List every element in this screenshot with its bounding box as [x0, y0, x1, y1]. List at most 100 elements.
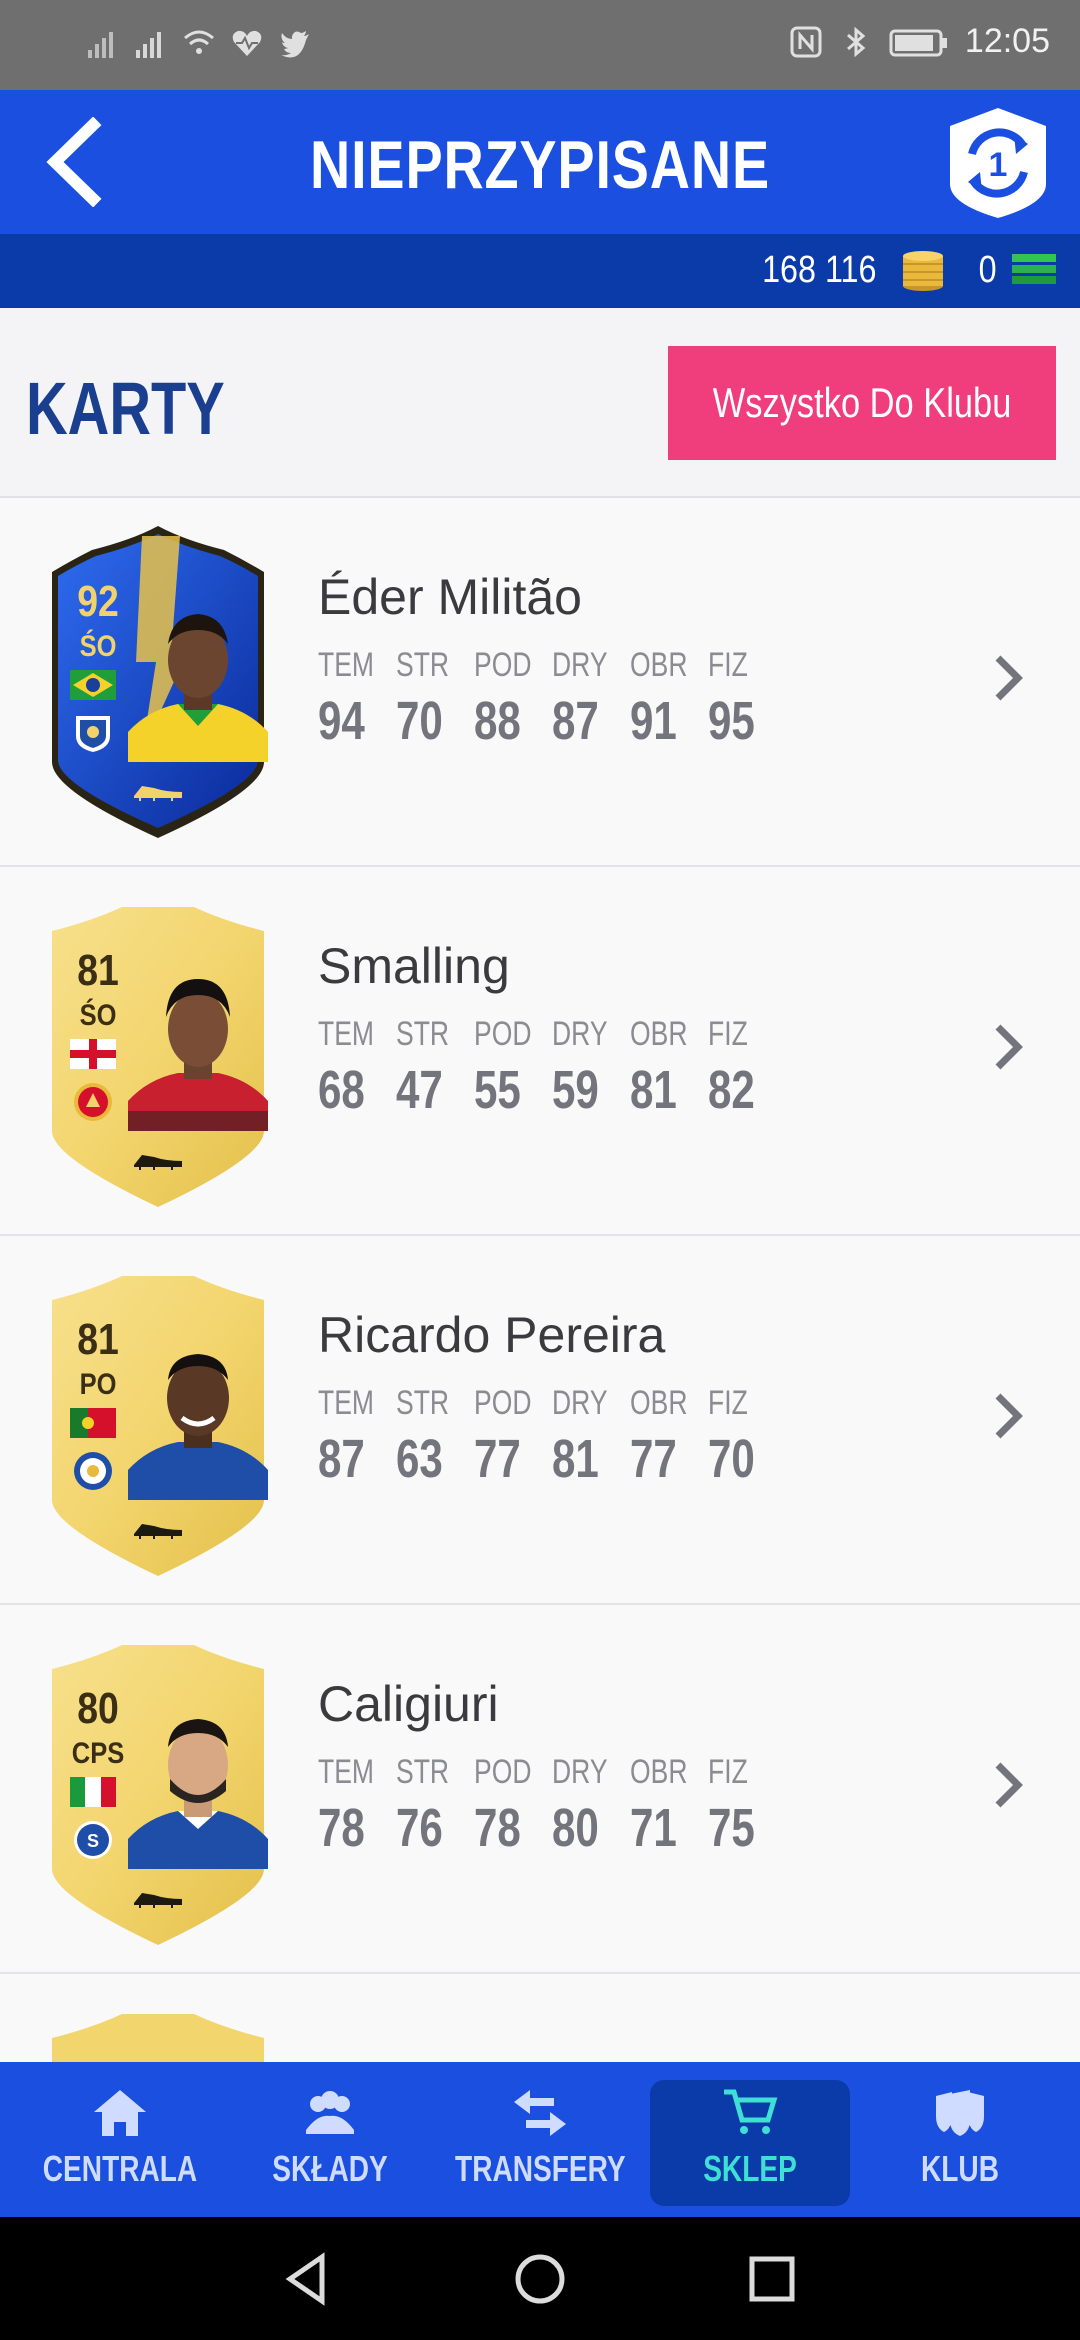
- stat-labels: TEM STR POD DRY OBR FIZ: [318, 1384, 786, 1423]
- card-position: ŚO: [79, 999, 117, 1032]
- stat-label-pace: TEM: [318, 1753, 374, 1791]
- nav-sklady[interactable]: SKŁADY: [230, 2080, 430, 2206]
- player-name: Caligiuri: [318, 1676, 499, 1732]
- stat-label-passing: POD: [474, 1753, 532, 1791]
- stat-label-physical: FIZ: [708, 1015, 748, 1053]
- stat-label-physical: FIZ: [708, 1384, 748, 1422]
- status-right-icons: 12:05: [789, 22, 1050, 61]
- nav-transfery[interactable]: TRANSFERY: [440, 2080, 640, 2206]
- stat-value-pace: 87: [318, 1429, 365, 1489]
- cart-icon: [724, 2089, 778, 2134]
- nav-sklep[interactable]: SKLEP: [650, 2080, 850, 2206]
- player-card: 81 PO: [32, 1260, 284, 1580]
- stat-label-defending: OBR: [630, 1015, 688, 1053]
- stat-value-dribbling: 87: [552, 691, 599, 751]
- section-title: KARTY: [26, 367, 225, 450]
- player-card: 80 CPS S: [32, 1629, 284, 1949]
- swap-badge-icon: 1: [950, 108, 1046, 218]
- player-photo: [128, 1719, 268, 1869]
- player-name: Smalling: [318, 938, 510, 994]
- stat-value-passing: 55: [474, 1060, 521, 1120]
- stat-value-shooting: 76: [396, 1798, 443, 1858]
- home-circle-icon[interactable]: [508, 2247, 572, 2311]
- squad-icon: [306, 2091, 354, 2134]
- player-row[interactable]: 81 ŚO Smalling TEM STR POD DRY OBR FIZ 6…: [0, 867, 1080, 1236]
- signal-icon: [136, 32, 161, 58]
- england-flag-icon: [70, 1039, 116, 1069]
- schalke-crest-icon: S: [74, 1821, 112, 1859]
- stat-value-shooting: 63: [396, 1429, 443, 1489]
- recents-square-icon[interactable]: [740, 2247, 804, 2311]
- stat-label-shooting: STR: [396, 1384, 450, 1422]
- player-name: Ricardo Pereira: [318, 1307, 666, 1363]
- stat-label-pace: TEM: [318, 1384, 374, 1422]
- card-position: CPS: [71, 1737, 125, 1770]
- page-title: NIEPRZYPISANE: [310, 127, 770, 203]
- player-photo: [128, 1354, 268, 1500]
- player-list: 92 ŚO Éder Militão TEM STR POD DRY OBR F…: [0, 498, 1080, 2094]
- stat-value-defending: 91: [630, 691, 677, 751]
- club-icon: [936, 2090, 984, 2136]
- stat-value-passing: 78: [474, 1798, 521, 1858]
- stat-value-defending: 81: [630, 1060, 677, 1120]
- stat-label-defending: OBR: [630, 1753, 688, 1791]
- stat-value-dribbling: 81: [552, 1429, 599, 1489]
- player-row[interactable]: 81 PO Ricardo Pereira TEM STR POD DRY OB…: [0, 1236, 1080, 1605]
- player-row[interactable]: 92 ŚO Éder Militão TEM STR POD DRY OBR F…: [0, 498, 1080, 867]
- boot-icon: [134, 786, 182, 801]
- brazil-flag-icon: [70, 670, 116, 700]
- app-header: NIEPRZYPISANE 1: [0, 90, 1080, 234]
- stat-value-pace: 78: [318, 1798, 365, 1858]
- stat-label-shooting: STR: [396, 1015, 450, 1053]
- stat-label-pace: TEM: [318, 646, 374, 684]
- all-to-club-button[interactable]: Wszystko Do Klubu: [668, 346, 1056, 460]
- card-rating: 80: [77, 1684, 119, 1733]
- stat-label-physical: FIZ: [708, 646, 748, 684]
- status-bar: 12:05: [0, 0, 1080, 90]
- nav-label: SKŁADY: [272, 2148, 388, 2189]
- status-left-icons: [86, 26, 312, 60]
- nav-label: TRANSFERY: [454, 2148, 626, 2189]
- player-photo: [128, 979, 268, 1131]
- stat-label-defending: OBR: [630, 646, 688, 684]
- stat-value-passing: 77: [474, 1429, 521, 1489]
- player-name: Éder Militão: [318, 569, 582, 625]
- status-time: 12:05: [964, 22, 1050, 60]
- twitter-icon: [281, 31, 309, 58]
- stat-label-defending: OBR: [630, 1384, 688, 1422]
- stat-value-passing: 88: [474, 691, 521, 751]
- nav-label: SKLEP: [703, 2148, 797, 2189]
- card-rating: 81: [77, 946, 119, 995]
- stat-value-shooting: 70: [396, 691, 443, 751]
- manchester-united-crest-icon: [74, 1083, 112, 1121]
- battery-icon: [889, 29, 947, 56]
- signal-icon: [88, 32, 113, 58]
- stat-values: 68 47 55 59 81 82: [318, 1059, 786, 1121]
- points-icon: [1012, 254, 1056, 284]
- stat-label-dribbling: DRY: [552, 1753, 608, 1791]
- porto-crest-icon: [76, 716, 110, 752]
- stat-labels: TEM STR POD DRY OBR FIZ: [318, 1753, 786, 1792]
- leicester-crest-icon: [74, 1452, 112, 1490]
- points-balance: 0: [978, 248, 997, 291]
- card-position: PO: [79, 1368, 117, 1401]
- coins-balance: 168 116: [762, 248, 877, 291]
- back-triangle-icon[interactable]: [276, 2247, 340, 2311]
- player-photo: [128, 614, 268, 762]
- card-position: ŚO: [79, 630, 117, 663]
- stat-label-dribbling: DRY: [552, 1015, 608, 1053]
- nav-klub[interactable]: KLUB: [860, 2080, 1060, 2206]
- player-row[interactable]: 80 CPS S Caligiuri TEM STR POD DRY OBR F…: [0, 1605, 1080, 1974]
- transfer-arrows-icon: [514, 2090, 566, 2136]
- all-to-club-label: Wszystko Do Klubu: [712, 379, 1012, 426]
- swap-badge-button[interactable]: 1: [942, 104, 1054, 222]
- stat-values: 94 70 88 87 91 95: [318, 690, 786, 752]
- stat-value-dribbling: 80: [552, 1798, 599, 1858]
- stat-value-pace: 94: [318, 691, 365, 751]
- home-icon: [94, 2090, 146, 2136]
- stat-value-defending: 77: [630, 1429, 677, 1489]
- nav-centrala[interactable]: CENTRALA: [20, 2080, 220, 2206]
- stat-label-passing: POD: [474, 646, 532, 684]
- currency-bar: 168 116 0: [0, 234, 1080, 308]
- player-card: 92 ŚO: [32, 522, 284, 842]
